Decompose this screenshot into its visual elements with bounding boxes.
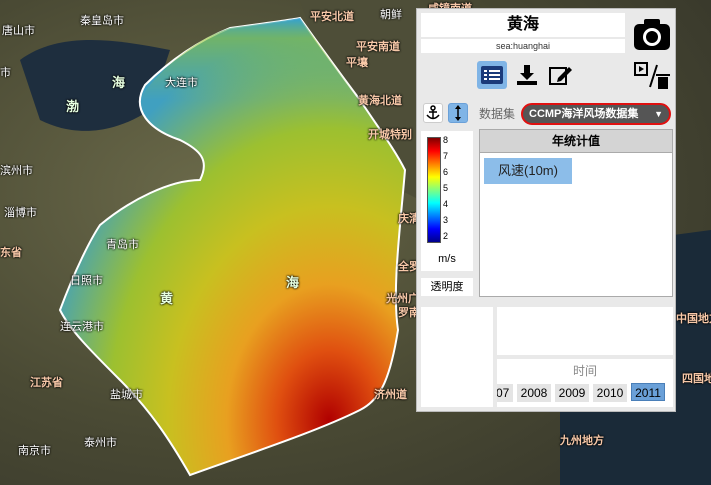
map-label: 海 [112, 75, 126, 90]
map-label: 盐城市 [110, 389, 143, 401]
map-label: 平壤 [346, 57, 368, 69]
map-label: 中国地方 [676, 313, 711, 325]
stat-header: 年统计值 [480, 130, 672, 153]
map-label: 九州地方 [560, 435, 604, 447]
map-label: 青岛市 [106, 239, 139, 251]
dataset-select[interactable]: CCMP海洋风场数据集 ▼ [521, 103, 671, 125]
year-list: 20072008200920102011 [497, 383, 669, 402]
year-button[interactable]: 2007 [497, 384, 513, 402]
map-label: 渤 [66, 99, 80, 114]
map-label: 市 [0, 67, 11, 79]
map-label: 连云港市 [60, 321, 104, 333]
legend-tick: 2 [443, 231, 449, 241]
map-label: 大连市 [165, 77, 198, 89]
map-label: 江苏省 [30, 377, 63, 389]
list-icon[interactable] [477, 61, 507, 89]
map-label: 黄海北道 [358, 95, 402, 107]
edit-icon[interactable] [545, 61, 575, 89]
dataset-value: CCMP海洋风场数据集 [529, 108, 639, 120]
anchor-icon[interactable] [423, 103, 443, 123]
blank-area-left [421, 307, 493, 407]
legend-colorbar [427, 137, 441, 243]
map-label: 平安北道 [310, 11, 354, 23]
map-label: 平安南道 [356, 41, 400, 53]
dataset-label: 数据集 [479, 107, 516, 121]
legend-tick: 6 [443, 167, 449, 177]
stat-box: 年统计值 风速(10m) [479, 129, 673, 297]
legend-tick: 3 [443, 215, 449, 225]
year-button-selected[interactable]: 2011 [631, 383, 665, 401]
map-label: 朝鲜 [380, 9, 402, 21]
map-label: 淄博市 [4, 207, 37, 219]
time-selector: 时间 20072008200920102011 [497, 359, 673, 407]
year-button[interactable]: 2008 [517, 384, 551, 402]
map-label: 秦皇岛市 [80, 15, 124, 27]
download-icon[interactable] [512, 61, 542, 89]
region-subtitle: sea:huanghai [421, 39, 625, 53]
legend-unit: m/s [438, 253, 456, 265]
map-label: 日照市 [70, 275, 103, 287]
vertical-arrows-icon[interactable] [448, 103, 468, 123]
play-delete-icon[interactable] [633, 61, 673, 93]
color-legend: 8 7 6 5 4 3 2 m/s [421, 131, 473, 271]
camera-icon[interactable] [631, 13, 673, 55]
map-label: 泰州市 [84, 437, 117, 449]
map-label: 东省 [0, 247, 22, 259]
time-label: 时间 [572, 364, 597, 378]
info-panel: 黄海 sea:huanghai 8 7 6 5 4 3 2 m/s 透明度 数据… [416, 8, 676, 412]
map-label: 唐山市 [2, 25, 35, 37]
year-button[interactable]: 2010 [593, 384, 627, 402]
blank-area-right [497, 307, 673, 355]
map-label: 黄 [160, 291, 174, 306]
legend-tick: 8 [443, 135, 449, 145]
legend-tick: 7 [443, 151, 449, 161]
map-label: 海 [286, 275, 300, 290]
map-label: 南京市 [18, 445, 51, 457]
chevron-down-icon: ▼ [654, 109, 663, 119]
map-label: 滨州市 [0, 165, 33, 177]
opacity-button[interactable]: 透明度 [421, 278, 473, 296]
map-label: 开城特别 [368, 129, 412, 141]
map-label: 四国地 [682, 373, 711, 385]
year-button[interactable]: 2009 [555, 384, 589, 402]
region-title: 黄海 [421, 13, 625, 37]
legend-tick: 4 [443, 199, 449, 209]
legend-tick: 5 [443, 183, 449, 193]
variable-wind-speed-button[interactable]: 风速(10m) [484, 158, 572, 184]
map-label: 济州道 [374, 389, 407, 401]
